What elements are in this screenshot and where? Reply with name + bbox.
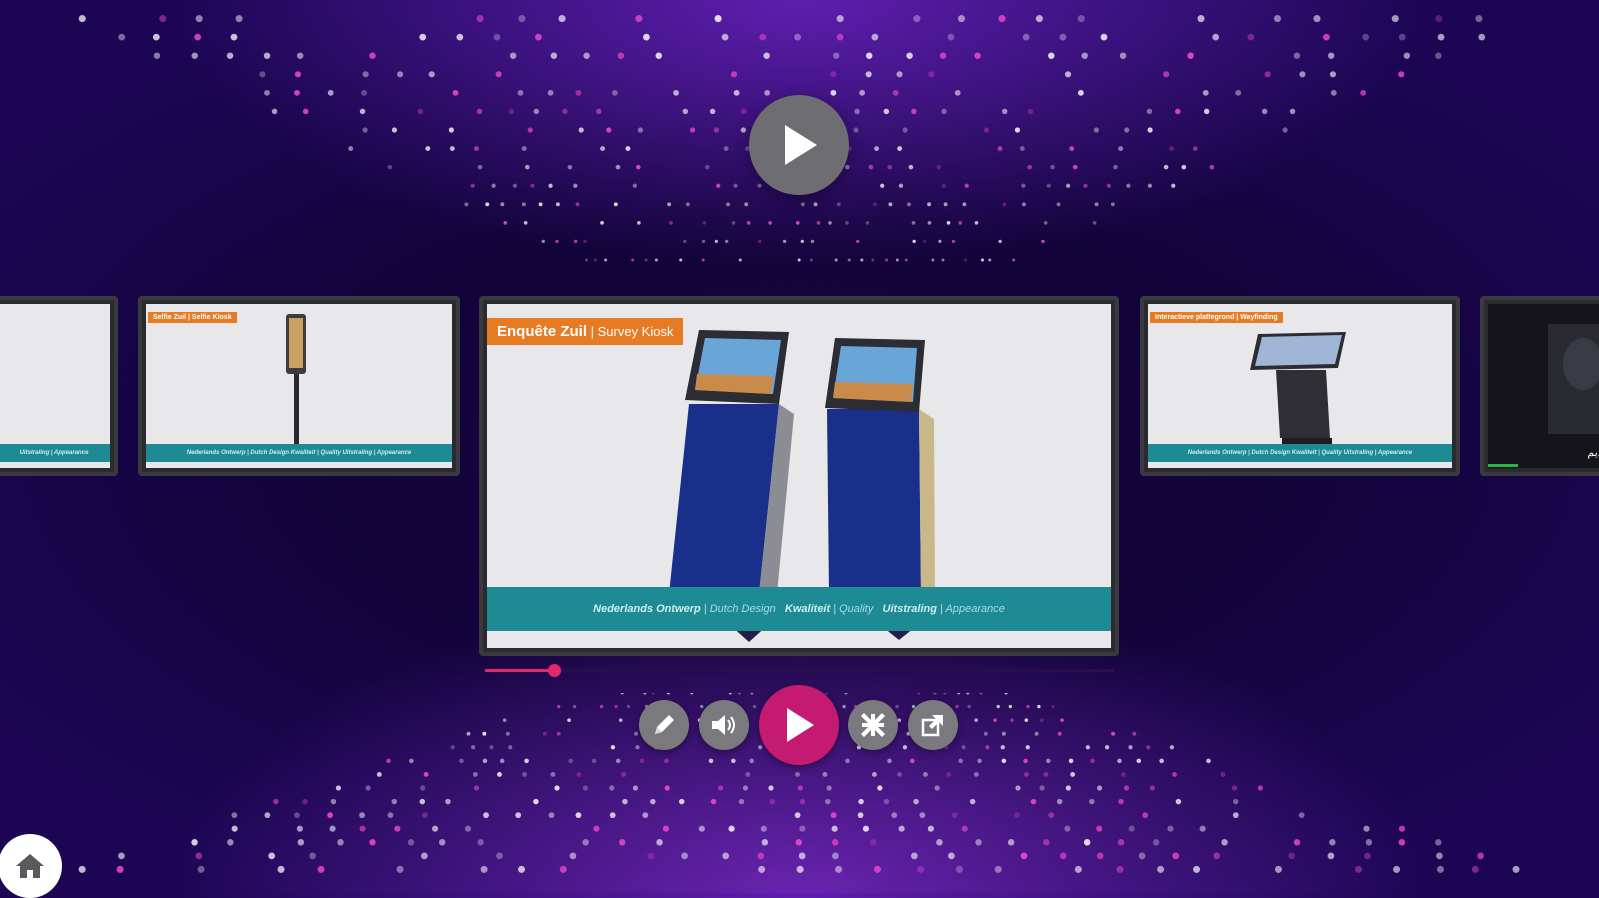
slide-preview: رديم: [1488, 304, 1599, 468]
slide-band: Nederlands Ontwerp | Dutch Design Kwalit…: [1148, 444, 1452, 462]
share-button[interactable]: [908, 700, 958, 750]
home-icon: [16, 854, 44, 878]
play-icon: [785, 125, 817, 165]
slide-preview: Uitstraling | Appearance: [0, 304, 110, 468]
playback-progress-bar[interactable]: [485, 664, 1114, 677]
wayfinding-kiosk-image: [1250, 332, 1346, 444]
pencil-icon: [655, 715, 674, 734]
video-caption: رديم: [1587, 447, 1599, 459]
slide-band: Nederlands Ontwerp | Dutch Design Kwalit…: [146, 444, 452, 462]
external-link-icon: [921, 715, 943, 737]
slide-preview: Interactieve plattegrond | Wayfinding Ne…: [1148, 304, 1452, 468]
volume-button[interactable]: [699, 700, 749, 750]
slide-thumbnail-far-right[interactable]: رديم: [1480, 296, 1599, 476]
slide-preview: Selfie Zuil | Selfie Kiosk Nederlands On…: [146, 304, 452, 468]
collapse-icon: [861, 713, 885, 737]
slide-thumbnail-far-left[interactable]: Uitstraling | Appearance: [0, 296, 118, 476]
video-still-image: [1488, 304, 1599, 468]
big-play-button[interactable]: [749, 95, 849, 195]
band-part-appearance: Uitstraling | Appearance: [882, 603, 1005, 615]
band-part-design: Nederlands Ontwerp | Dutch Design: [593, 603, 776, 615]
slide-title: Enquête Zuil: [497, 323, 587, 340]
band-part-quality: Kwaliteit | Quality: [784, 603, 874, 615]
slide-preview: Enquête Zuil | Survey Kiosk Nederlands O…: [487, 304, 1111, 648]
slide-thumbnail-wayfinding[interactable]: Interactieve plattegrond | Wayfinding Ne…: [1140, 296, 1460, 476]
selfie-kiosk-image: [277, 314, 317, 459]
progress-fill: [485, 669, 554, 672]
slide-band: Uitstraling | Appearance: [0, 444, 110, 462]
play-button[interactable]: [759, 685, 839, 765]
progress-handle[interactable]: [548, 664, 561, 677]
slide-title-tag: Enquête Zuil | Survey Kiosk: [487, 318, 684, 345]
fullscreen-button[interactable]: [848, 700, 898, 750]
speaker-icon: [712, 715, 735, 735]
play-icon: [787, 708, 814, 742]
main-slide[interactable]: Enquête Zuil | Survey Kiosk Nederlands O…: [479, 296, 1119, 656]
edit-button[interactable]: [639, 700, 689, 750]
slide-tag: Selfie Zuil | Selfie Kiosk: [148, 312, 237, 323]
home-button[interactable]: [0, 834, 62, 898]
slide-thumbnail-selfie-kiosk[interactable]: Selfie Zuil | Selfie Kiosk Nederlands On…: [138, 296, 460, 476]
slide-tag: Interactieve plattegrond | Wayfinding: [1150, 312, 1283, 323]
slide-band: Nederlands Ontwerp | Dutch Design Kwalit…: [487, 587, 1111, 631]
